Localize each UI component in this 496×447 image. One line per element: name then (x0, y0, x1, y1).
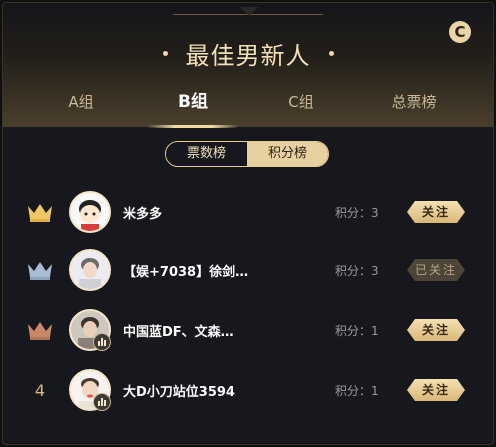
list-item[interactable]: 4 大D小刀站位3594 积分：1 关注 (3, 365, 493, 415)
user-name[interactable]: 米多多 (123, 203, 313, 222)
title-bar: 最佳男新人 (3, 33, 493, 73)
list-item[interactable]: 【娱+7038】徐剑… 积分：3 已关注 (3, 245, 493, 295)
subtab-votes[interactable]: 票数榜 (166, 142, 247, 166)
tab-c-group[interactable]: C组 (271, 87, 331, 127)
list-item[interactable]: 米多多 积分：3 关注 (3, 187, 493, 237)
follow-button[interactable]: 关注 (407, 319, 465, 341)
list-item[interactable]: 中国蓝DF、文森… 积分：1 关注 (3, 305, 493, 355)
header: 最佳男新人 C A组 B组 C组 总票榜 (3, 3, 493, 128)
user-score: 积分：3 (335, 206, 379, 220)
user-name[interactable]: 大D小刀站位3594 (123, 381, 313, 400)
group-tabs: A组 B组 C组 总票榜 (3, 87, 493, 127)
user-score: 积分：3 (335, 264, 379, 278)
rank-number: 4 (34, 380, 46, 400)
refresh-icon[interactable]: C (449, 21, 471, 43)
user-score: 积分：1 (335, 324, 379, 338)
avatar[interactable] (69, 191, 111, 233)
live-badge-icon (93, 333, 111, 351)
user-score: 积分：1 (335, 384, 379, 398)
title-dot-right (328, 50, 334, 56)
follow-button[interactable]: 关注 (407, 201, 465, 223)
tab-total-votes[interactable]: 总票榜 (379, 87, 449, 127)
follow-button[interactable]: 关注 (407, 379, 465, 401)
live-badge-icon (93, 393, 111, 411)
tab-b-group[interactable]: B组 (163, 87, 223, 127)
user-name[interactable]: 【娱+7038】徐剑… (123, 261, 313, 280)
tab-a-group[interactable]: A组 (51, 87, 111, 127)
bronze-crown-icon (25, 317, 55, 343)
followed-button[interactable]: 已关注 (407, 259, 465, 281)
header-notch-arrow (240, 7, 258, 16)
avatar[interactable] (69, 249, 111, 291)
silver-crown-icon (25, 257, 55, 283)
subtab-points[interactable]: 积分榜 (247, 142, 328, 166)
page-title: 最佳男新人 (185, 41, 311, 70)
user-name[interactable]: 中国蓝DF、文森… (123, 321, 313, 340)
active-tab-underline (147, 125, 239, 128)
ranking-panel: 最佳男新人 C A组 B组 C组 总票榜 票数榜 积分榜 米多多 积分：3 关注… (2, 2, 494, 445)
title-dot-left (162, 50, 168, 56)
gold-crown-icon (25, 199, 55, 225)
ranking-type-switch: 票数榜 积分榜 (165, 141, 329, 167)
